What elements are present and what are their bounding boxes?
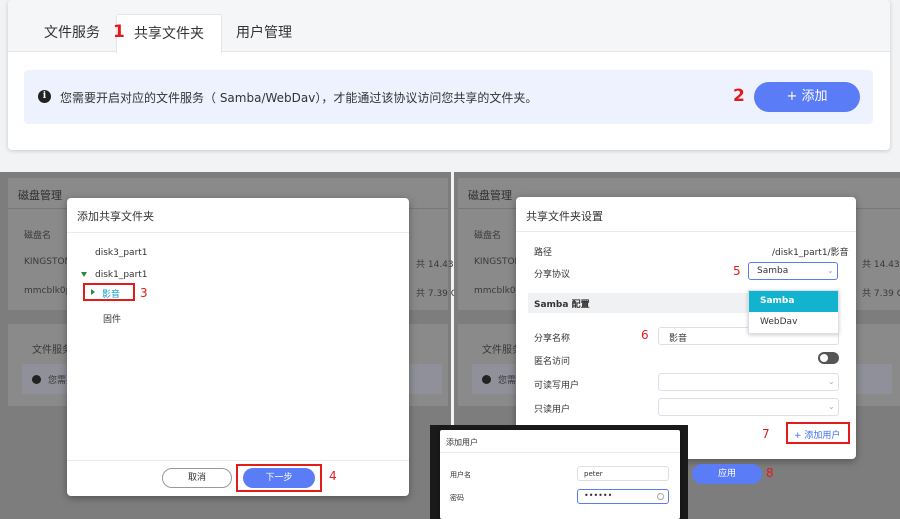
tree-item-firmware[interactable]: 固件 xyxy=(103,312,121,325)
anonymous-access-toggle[interactable] xyxy=(818,352,839,364)
add-user-dialog: 添加用户 用户名 peter 密码 •••••• xyxy=(440,430,680,519)
tab-shared-folder[interactable]: 共享文件夹 xyxy=(116,14,222,53)
caret-right-icon xyxy=(91,289,95,295)
tree-item-media[interactable]: 影音 xyxy=(83,283,135,301)
ro-users-label: 只读用户 xyxy=(534,405,571,415)
dialog-title: 添加共享文件夹 xyxy=(77,210,154,223)
toggle-knob xyxy=(820,354,828,362)
disk-capacity: 共 7.39 G xyxy=(416,289,458,299)
apply-button[interactable]: 应用 xyxy=(692,464,762,484)
dialog-title: 共享文件夹设置 xyxy=(526,210,603,223)
samba-section-header: Samba 配置 xyxy=(528,293,748,313)
path-label: 路径 xyxy=(534,248,553,258)
step-marker-5: 5 xyxy=(733,264,741,278)
option-label: WebDav xyxy=(760,317,798,327)
file-service-title: 文件服务 xyxy=(32,345,72,356)
caret-down-icon[interactable] xyxy=(81,272,87,277)
step-marker-6: 6 xyxy=(641,328,649,342)
step-marker-2: 2 xyxy=(733,86,745,106)
disk-row: KINGSTON xyxy=(24,257,72,267)
step-marker-7: 7 xyxy=(762,427,770,441)
disk-capacity: 共 14.43 xyxy=(416,260,454,270)
step-marker-3: 3 xyxy=(140,286,148,300)
disk-row: KINGSTON xyxy=(474,257,522,267)
dialog-title: 添加用户 xyxy=(446,438,478,447)
username-value: peter xyxy=(584,470,603,478)
password-label: 密码 xyxy=(450,494,464,502)
protocol-dropdown: Samba WebDav xyxy=(748,290,839,334)
divider xyxy=(516,231,856,232)
disk-capacity: 共 7.39 G xyxy=(862,289,900,299)
share-name-value: 影音 xyxy=(669,334,688,344)
divider xyxy=(67,232,409,233)
chevron-down-icon: ⌄ xyxy=(828,377,835,386)
ro-users-select[interactable]: ⌄ xyxy=(658,398,839,416)
chevron-down-icon: ⌄ xyxy=(827,266,834,275)
cancel-button[interactable]: 取消 xyxy=(162,468,232,488)
add-user-button[interactable]: + 添加用户 xyxy=(786,422,850,444)
add-shared-folder-dialog: 添加共享文件夹 disk3_part1 disk1_part1 影音 3 固件 … xyxy=(67,198,409,496)
step-marker-8: 8 xyxy=(766,466,774,480)
protocol-option-webdav[interactable]: WebDav xyxy=(749,313,838,333)
tree-item-disk3[interactable]: disk3_part1 xyxy=(95,248,148,258)
eye-icon[interactable] xyxy=(657,493,664,500)
disk-management-title: 磁盘管理 xyxy=(18,189,62,202)
notice-banner: i 您需要开启对应的文件服务（ Samba/WebDav），才能通过该协议访问您… xyxy=(24,70,873,124)
divider xyxy=(440,452,680,453)
disk-row: mmcblk0p xyxy=(24,286,72,296)
username-input[interactable]: peter xyxy=(577,466,669,481)
protocol-label: 分享协议 xyxy=(534,270,571,280)
add-button[interactable]: + 添加 xyxy=(754,82,860,112)
anonymous-access-label: 匿名访问 xyxy=(534,357,571,367)
share-name-label: 分享名称 xyxy=(534,334,571,344)
tab-file-service[interactable]: 文件服务 xyxy=(34,14,110,52)
info-icon xyxy=(32,375,41,384)
option-label: Samba xyxy=(760,296,795,306)
divider xyxy=(67,460,409,461)
rw-users-select[interactable]: ⌄ xyxy=(658,373,839,391)
disk-name-header: 磁盘名 xyxy=(474,231,502,241)
add-user-label: + 添加用户 xyxy=(794,431,841,441)
info-icon: i xyxy=(38,90,51,103)
password-value: •••••• xyxy=(584,491,613,500)
disk-name-header: 磁盘名 xyxy=(24,231,52,241)
protocol-option-samba[interactable]: Samba xyxy=(749,291,838,312)
samba-section-title: Samba 配置 xyxy=(534,300,590,310)
protocol-select[interactable]: Samba ⌄ xyxy=(748,262,838,280)
tab-user-management[interactable]: 用户管理 xyxy=(226,14,302,52)
disk-management-title: 磁盘管理 xyxy=(468,189,512,202)
share-folder-panel: 文件服务 共享文件夹 用户管理 1 i 您需要开启对应的文件服务（ Samba/… xyxy=(8,0,890,150)
info-icon xyxy=(482,375,491,384)
chevron-down-icon: ⌄ xyxy=(828,402,835,411)
notice-text: 您需要开启对应的文件服务（ Samba/WebDav），才能通过该协议访问您共享… xyxy=(60,91,538,105)
rw-users-label: 可读写用户 xyxy=(534,381,580,391)
username-label: 用户名 xyxy=(450,471,471,479)
step-marker-4: 4 xyxy=(329,469,337,483)
password-input[interactable]: •••••• xyxy=(577,489,669,504)
step-marker-1: 1 xyxy=(113,22,125,42)
next-button[interactable]: 下一步 xyxy=(243,468,315,488)
protocol-select-value: Samba xyxy=(757,266,789,276)
path-value: /disk1_part1/影音 xyxy=(772,248,849,258)
disk-capacity: 共 14.43 xyxy=(862,260,900,270)
tree-item-label: 影音 xyxy=(102,290,121,300)
tree-item-disk1[interactable]: disk1_part1 xyxy=(95,270,148,280)
